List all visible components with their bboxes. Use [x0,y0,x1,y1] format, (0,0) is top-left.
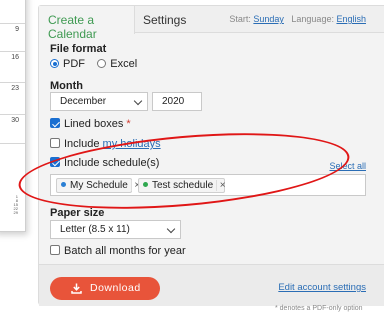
tab-settings[interactable]: Settings [143,13,186,27]
edit-account-settings-link[interactable]: Edit account settings [278,282,366,293]
background-calendar-page: 9 16 23 30 1 8 15 22 29 [0,0,26,232]
paper-size-label: Paper size [50,207,105,219]
calendar-row-line [0,23,25,24]
calendar-day-number: 9 [15,26,19,33]
batch-months-label: Batch all months for year [64,245,186,257]
month-label: Month [50,80,83,92]
calendar-day-number: 23 [11,85,19,92]
calendar-row-line [0,51,25,52]
download-label: Download [90,282,141,294]
checkbox-checked-icon [50,118,60,128]
checkbox-unchecked-icon [50,138,60,148]
file-format-label: File format [50,43,107,55]
mini-calendar-text: 29 [13,210,18,215]
calendar-day-number: 16 [11,54,19,61]
chevron-down-icon [133,96,143,106]
pdf-radio[interactable]: PDF [50,58,85,70]
calendar-row-line [0,114,25,115]
download-icon [71,283,82,294]
radio-unselected-icon [97,59,107,68]
tab-create-calendar[interactable]: Create a Calendar [39,6,135,41]
radio-selected-icon [50,59,59,68]
calendar-day-number: 30 [11,117,19,124]
year-input-value: 2020 [162,96,185,107]
paper-size-select[interactable]: Letter (8.5 x 11) [50,220,181,239]
start-label: Start: [229,14,251,24]
chevron-down-icon [166,224,176,234]
language-label: Language: [291,14,334,24]
lined-boxes-option[interactable]: Lined boxes * [50,118,131,130]
month-select-value: December [60,96,107,107]
panel-footer: Download Edit account settings [39,264,384,306]
language-link[interactable]: English [336,14,366,24]
pdf-only-marker: * [126,118,131,130]
calendar-row-line [0,143,25,144]
file-format-options: PDF Excel [50,58,137,70]
excel-label: Excel [110,58,138,70]
pdf-label: PDF [63,58,85,70]
month-select[interactable]: December [50,92,148,111]
lined-boxes-label: Lined boxes [64,118,124,130]
calendar-row-line [0,82,25,83]
calendar-preferences: Start: Sunday Language: English [229,14,366,24]
start-day-link[interactable]: Sunday [253,14,284,24]
checkbox-unchecked-icon [50,245,60,255]
paper-size-value: Letter (8.5 x 11) [60,224,130,235]
batch-months-option[interactable]: Batch all months for year [50,245,186,257]
tab-bar: Create a Calendar Settings Start: Sunday… [39,6,384,41]
year-input[interactable]: 2020 [152,92,202,111]
pdf-only-footnote: * denotes a PDF-only option [275,305,363,312]
download-button[interactable]: Download [50,277,160,300]
excel-radio[interactable]: Excel [97,58,137,70]
